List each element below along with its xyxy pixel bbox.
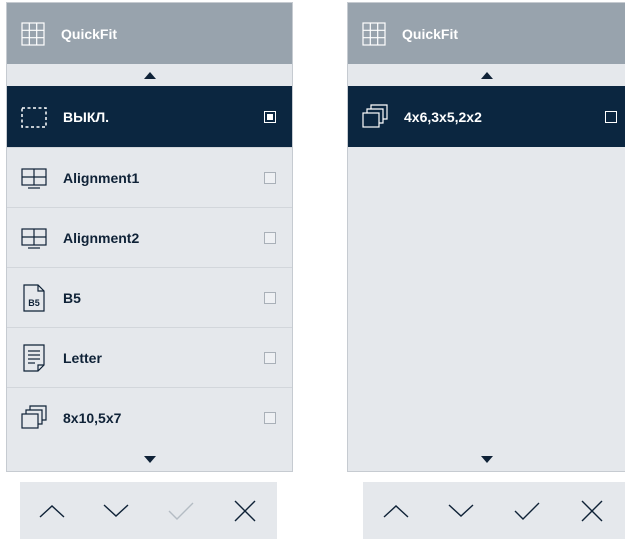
- item-label: Letter: [63, 349, 102, 366]
- letter-document-icon: [21, 343, 47, 372]
- item-checkbox[interactable]: [264, 110, 276, 123]
- panel-title: QuickFit: [61, 25, 118, 42]
- close-icon: [234, 500, 256, 521]
- item-label: 8x10,5x7: [63, 409, 122, 426]
- panel-header: QuickFit: [7, 3, 292, 64]
- scroll-up-arrow[interactable]: [7, 64, 292, 86]
- down-button[interactable]: [443, 493, 479, 529]
- list-item-alignment1[interactable]: Alignment1: [7, 147, 292, 207]
- scroll-up-arrow[interactable]: [348, 64, 625, 86]
- ok-button[interactable]: [163, 493, 199, 529]
- list-item-off[interactable]: ВЫКЛ.: [7, 86, 292, 147]
- item-checkbox[interactable]: [264, 351, 276, 364]
- b5-badge: B5: [28, 298, 40, 308]
- quickfit-panel-right: QuickFit 4x6,3x5,2x2: [347, 2, 625, 472]
- item-checkbox[interactable]: [264, 231, 276, 244]
- chevron-up-icon: [383, 504, 409, 518]
- scroll-down-arrow[interactable]: [348, 448, 625, 470]
- scroll-down-arrow[interactable]: [7, 448, 292, 470]
- nav-bar-left: [20, 482, 277, 539]
- item-label: Alignment1: [63, 169, 140, 186]
- list-item-b5[interactable]: B5 B5: [7, 267, 292, 327]
- monitor-layout-icon: [21, 225, 47, 251]
- b5-document-icon: B5: [21, 283, 47, 312]
- grid-icon: [21, 21, 45, 46]
- triangle-down-icon: [480, 455, 493, 463]
- close-icon: [581, 500, 603, 521]
- triangle-up-icon: [143, 71, 156, 79]
- item-checkbox[interactable]: [264, 411, 276, 424]
- item-label: 4x6,3x5,2x2: [404, 108, 482, 125]
- item-label: ВЫКЛ.: [63, 108, 110, 125]
- chevron-down-icon: [448, 503, 474, 517]
- triangle-down-icon: [143, 455, 156, 463]
- dashed-frame-icon: [21, 104, 47, 130]
- ok-button[interactable]: [509, 493, 545, 529]
- list-item-alignment2[interactable]: Alignment2: [7, 207, 292, 267]
- nav-bar-right: [363, 482, 625, 539]
- triangle-up-icon: [480, 71, 493, 79]
- monitor-layout-icon: [21, 165, 47, 191]
- list-item-4x6-3x5-2x2[interactable]: 4x6,3x5,2x2: [348, 86, 625, 147]
- check-icon: [514, 502, 540, 520]
- item-checkbox[interactable]: [605, 110, 617, 123]
- check-icon: [168, 502, 194, 520]
- down-button[interactable]: [98, 493, 134, 529]
- quickfit-panel-left: QuickFit ВЫКЛ. Alignment1 Alignment2 B5 …: [6, 2, 293, 472]
- list-item-letter[interactable]: Letter: [7, 327, 292, 387]
- stacked-photos-icon: [362, 103, 388, 130]
- up-button[interactable]: [34, 493, 70, 529]
- stacked-photos-icon: [21, 404, 47, 431]
- up-button[interactable]: [378, 493, 414, 529]
- list-item-8x10-5x7[interactable]: 8x10,5x7: [7, 387, 292, 447]
- item-label: Alignment2: [63, 229, 140, 246]
- panel-header: QuickFit: [348, 3, 625, 64]
- chevron-down-icon: [103, 503, 129, 517]
- panel-title: QuickFit: [402, 25, 459, 42]
- grid-icon: [362, 21, 386, 46]
- item-checkbox[interactable]: [264, 171, 276, 184]
- cancel-button[interactable]: [574, 493, 610, 529]
- cancel-button[interactable]: [227, 493, 263, 529]
- item-checkbox[interactable]: [264, 291, 276, 304]
- chevron-up-icon: [39, 504, 65, 518]
- item-label: B5: [63, 289, 81, 306]
